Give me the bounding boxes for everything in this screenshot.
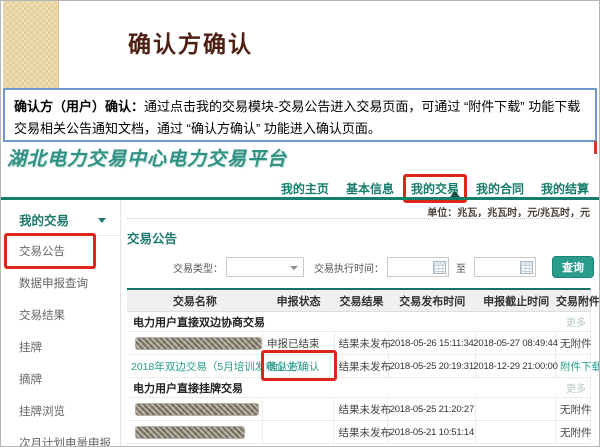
redacted-text (135, 426, 245, 439)
sidebar-item-trade-notice[interactable]: 交易公告 (3, 236, 120, 268)
calendar-icon[interactable] (433, 261, 446, 274)
attachment-cell: 无附件 (556, 421, 590, 443)
table-row: 结果未发布 2018-05-25 21:20:27 无附件 (127, 398, 590, 421)
declare-status-cell (263, 421, 335, 443)
sidebar-item-data-declare-query[interactable]: 数据申报查询 (3, 268, 120, 300)
confirm-party-link[interactable]: 确认方确认 (263, 355, 335, 377)
trade-result-cell: 结果未发布 (334, 421, 388, 443)
table-row: 申报已结束 结果未发布 2018-05-26 15:11:34 2018-05-… (127, 332, 590, 355)
top-nav: 我的主页 基本信息 我的交易 我的合同 我的结算 (281, 180, 589, 197)
deadline-cell (476, 398, 556, 420)
attachment-download-link[interactable]: 附件下载 (556, 355, 590, 377)
trade-name-cell (127, 332, 263, 354)
trade-result-cell: 结果未发布 (334, 398, 388, 420)
sidebar-item-label: 摘牌 (19, 374, 42, 386)
publish-time-cell: 2018-05-21 10:51:14 (388, 421, 476, 443)
table-row: 结果未发布 2018-05-21 10:51:14 无附件 (127, 421, 590, 444)
slide-title: 确认方确认 (128, 25, 253, 59)
declare-status-cell (263, 398, 335, 420)
group-row-listing: 电力用户直接挂牌交易 更多 (127, 378, 590, 398)
col-trade-result: 交易结果 (335, 293, 389, 309)
notice-table: 交易名称 申报状态 交易结果 交易发布时间 申报截止时间 交易附件 电力用户直接… (127, 288, 591, 444)
col-declare-status: 申报状态 (263, 293, 335, 309)
nav-my-home[interactable]: 我的主页 (281, 180, 329, 197)
chevron-down-icon (290, 266, 298, 270)
group-row-bilateral: 电力用户直接双边协商交易 更多 (127, 312, 590, 332)
to-label: 至 (456, 260, 466, 275)
declare-status-cell: 申报已结束 (263, 332, 335, 354)
group-name: 电力用户直接双边协商交易 (133, 314, 265, 330)
col-attachment: 交易附件 (556, 293, 590, 309)
trade-type-label: 交易类型： (173, 260, 223, 275)
sidebar-item-listing[interactable]: 挂牌 (3, 332, 120, 364)
edge-red-mark (594, 141, 597, 154)
trade-type-select[interactable] (226, 257, 304, 277)
search-button[interactable]: 查询 (552, 256, 594, 278)
slide: 确认方确认 确认方（用户）确认：通过点击我的交易模块-交易公告进入交易页面，可通… (0, 0, 600, 447)
trade-name-cell (127, 421, 263, 443)
group-name: 电力用户直接挂牌交易 (133, 380, 243, 396)
date-from-input[interactable] (387, 257, 449, 277)
redacted-text (135, 337, 262, 350)
slide-deco-strip (3, 1, 59, 88)
main-panel: 交易公告 交易类型： 交易执行时间： 至 查询 交易名称 申报状态 交易结果 交… (121, 201, 599, 447)
sidebar-item-label: 交易结果 (19, 310, 65, 322)
col-deadline: 申报截止时间 (476, 293, 556, 309)
trade-result-cell: 结果未发布 (335, 355, 389, 377)
deadline-cell (476, 421, 556, 443)
col-publish-time: 交易发布时间 (388, 293, 476, 309)
nav-active-caret-icon (450, 191, 460, 197)
filter-bar: 交易类型： 交易执行时间： 至 查询 (127, 256, 599, 278)
header-divider (1, 197, 600, 200)
app-area: 我的交易 交易公告 数据申报查询 交易结果 挂牌 摘牌 挂牌浏览 次月计划电量申… (3, 201, 599, 447)
sidebar-item-label: 挂牌浏览 (19, 406, 65, 418)
table-row: 2018年双边交易（5月培训发电企业） 确认方确认 结果未发布 2018-05-… (127, 355, 590, 378)
date-to-input[interactable] (474, 257, 536, 277)
attachment-cell: 无附件 (556, 398, 590, 420)
trade-name-link[interactable]: 2018年双边交易（5月培训发电企业） (127, 355, 263, 377)
publish-time-cell: 2018-05-25 21:20:27 (388, 398, 476, 420)
col-trade-name: 交易名称 (127, 293, 263, 309)
sidebar-item-listing-browse[interactable]: 挂牌浏览 (3, 396, 120, 428)
sidebar-item-label: 交易公告 (19, 246, 65, 258)
sidebar: 我的交易 交易公告 数据申报查询 交易结果 挂牌 摘牌 挂牌浏览 次月计划电量申… (3, 201, 121, 447)
calendar-icon[interactable] (520, 261, 533, 274)
deadline-cell: 2018-12-29 21:00:00 (476, 355, 556, 377)
more-link[interactable]: 更多 (566, 314, 586, 329)
note-box: 确认方（用户）确认：通过点击我的交易模块-交易公告进入交易页面，可通过 “附件下… (3, 88, 597, 142)
sidebar-item-trade-result[interactable]: 交易结果 (3, 300, 120, 332)
note-lead: 确认方（用户）确认： (14, 99, 144, 114)
sidebar-group-my-trade[interactable]: 我的交易 (3, 210, 120, 236)
attachment-cell: 无附件 (556, 332, 590, 354)
nav-my-contract[interactable]: 我的合同 (476, 180, 524, 197)
table-header-row: 交易名称 申报状态 交易结果 交易发布时间 申报截止时间 交易附件 (127, 290, 590, 312)
publish-time-cell: 2018-05-25 20:19:31 (389, 355, 476, 377)
sidebar-item-label: 挂牌 (19, 342, 42, 354)
dotted-separator (127, 218, 587, 219)
sidebar-item-label: 数据申报查询 (19, 278, 88, 290)
platform-title: 湖北电力交易中心电力交易平台 (7, 144, 287, 171)
nav-basic-info[interactable]: 基本信息 (346, 180, 394, 197)
confirm-party-label: 确认方确认 (267, 359, 320, 374)
chevron-down-icon (98, 218, 106, 223)
nav-my-settlement[interactable]: 我的结算 (541, 180, 589, 197)
page-title: 交易公告 (127, 228, 599, 247)
exec-time-label: 交易执行时间： (314, 260, 384, 275)
sidebar-item-label: 次月计划电量申报 (19, 438, 111, 447)
redacted-text (135, 403, 259, 416)
deadline-cell: 2018-05-27 08:49:44 (476, 332, 556, 354)
sidebar-group-label: 我的交易 (19, 214, 69, 228)
trade-name-cell (127, 398, 263, 420)
sidebar-item-next-month-plan[interactable]: 次月计划电量申报 (3, 428, 120, 447)
sidebar-item-delisting[interactable]: 摘牌 (3, 364, 120, 396)
publish-time-cell: 2018-05-26 15:11:34 (389, 332, 476, 354)
more-link[interactable]: 更多 (566, 380, 586, 395)
trade-result-cell: 结果未发布 (335, 332, 389, 354)
